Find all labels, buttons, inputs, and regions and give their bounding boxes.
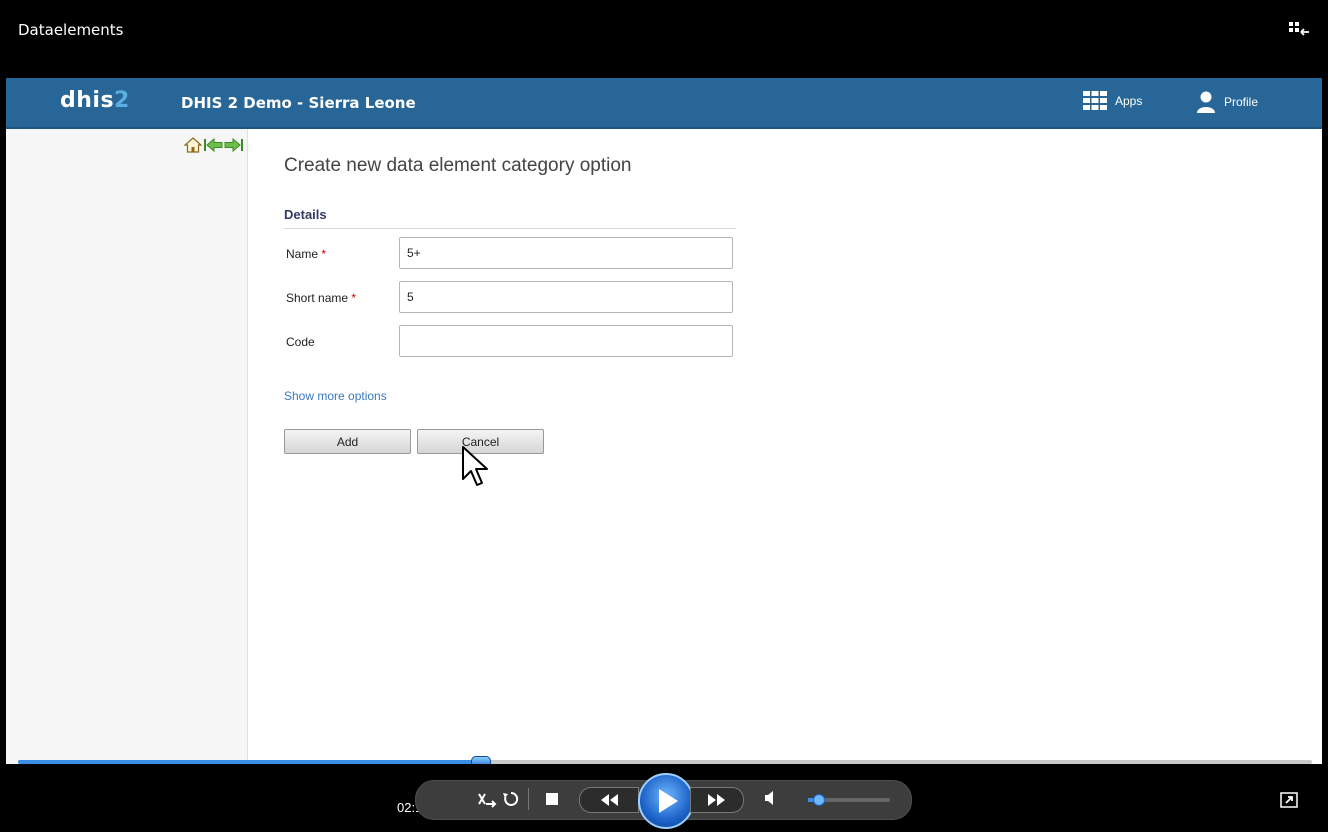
- page-content: Create new data element category option …: [6, 129, 1322, 764]
- required-mark: *: [351, 291, 357, 305]
- stop-icon[interactable]: [546, 793, 558, 805]
- repeat-icon[interactable]: [502, 790, 520, 808]
- name-input[interactable]: [399, 237, 733, 269]
- required-mark: *: [321, 247, 327, 261]
- short-name-input[interactable]: [399, 281, 733, 313]
- volume-thumb[interactable]: [812, 794, 825, 806]
- shuffle-icon[interactable]: [477, 790, 497, 808]
- profile-menu[interactable]: Profile: [1196, 91, 1258, 113]
- controls-divider: [528, 788, 529, 810]
- player-controls: 02:18: [0, 764, 1328, 829]
- switch-icon[interactable]: [1288, 20, 1310, 40]
- section-heading-details: Details: [284, 207, 736, 229]
- rewind-button[interactable]: [579, 787, 639, 813]
- play-button[interactable]: [638, 773, 694, 829]
- name-row: Name *: [284, 237, 736, 271]
- dhis2-logo[interactable]: dhis2: [60, 88, 130, 113]
- code-input[interactable]: [399, 325, 733, 357]
- show-more-options-link[interactable]: Show more options: [284, 389, 387, 403]
- fast-forward-icon: [708, 794, 725, 806]
- volume-icon[interactable]: [764, 790, 776, 806]
- back-arrow-icon[interactable]: [203, 137, 223, 153]
- play-icon: [659, 789, 678, 813]
- apps-label: Apps: [1115, 93, 1143, 108]
- rewind-icon: [601, 794, 618, 806]
- short-name-row: Short name *: [284, 281, 736, 315]
- code-label: Code: [286, 335, 315, 349]
- mouse-cursor-icon: [462, 446, 488, 486]
- profile-icon: [1197, 91, 1215, 113]
- apps-grid-icon: [1083, 91, 1107, 110]
- window-titlebar: Dataelements: [0, 0, 1328, 78]
- name-label: Name *: [286, 247, 327, 261]
- menu-nav-icons: [184, 137, 244, 153]
- short-name-label: Short name *: [286, 291, 357, 305]
- volume-slider[interactable]: [808, 794, 890, 806]
- profile-label: Profile: [1224, 95, 1259, 109]
- dhis2-header: dhis2 DHIS 2 Demo - Sierra Leone Apps Pr…: [6, 78, 1322, 129]
- apps-menu[interactable]: Apps: [1083, 91, 1142, 110]
- code-row: Code: [284, 325, 736, 359]
- home-icon[interactable]: [184, 137, 202, 153]
- window-title: Dataelements: [18, 21, 124, 39]
- fast-forward-button[interactable]: [690, 787, 744, 813]
- page-title: Create new data element category option: [284, 155, 632, 176]
- add-button[interactable]: Add: [284, 429, 411, 454]
- left-menu: [6, 129, 248, 764]
- forward-arrow-icon[interactable]: [224, 137, 244, 153]
- fullscreen-icon[interactable]: [1280, 792, 1298, 808]
- site-title: DHIS 2 Demo - Sierra Leone: [181, 94, 416, 112]
